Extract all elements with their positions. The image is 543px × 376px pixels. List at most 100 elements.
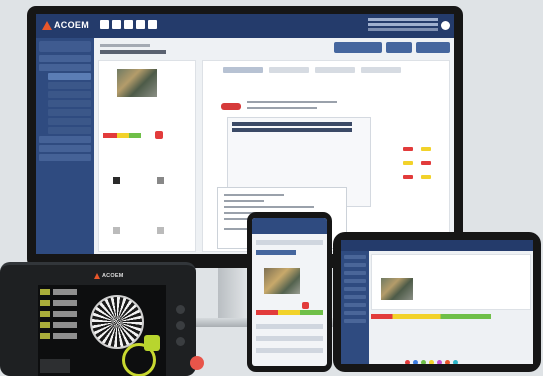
sidebar-item[interactable] <box>48 100 91 107</box>
handheld-analyzer: ACOEM <box>0 262 196 376</box>
grid-icon[interactable] <box>112 20 121 29</box>
grid-icon[interactable] <box>100 20 109 29</box>
sensor-icon <box>157 227 164 234</box>
phone-list-item[interactable] <box>256 348 323 353</box>
device-logo: ACOEM <box>94 273 123 279</box>
sidebar-item[interactable] <box>344 319 366 323</box>
power-button[interactable] <box>190 356 204 370</box>
severity-bar-green <box>129 133 141 138</box>
device-side-button[interactable] <box>176 321 185 330</box>
app-logo[interactable]: ACOEM <box>42 20 89 30</box>
tab-bar <box>223 67 401 73</box>
dock-app-icon[interactable] <box>421 360 426 364</box>
sidebar-item[interactable] <box>39 145 91 152</box>
grid-icon[interactable] <box>124 20 133 29</box>
measurement-row <box>40 322 84 329</box>
dock <box>405 360 458 364</box>
diagnosis-text <box>247 101 337 103</box>
comment-text <box>224 194 284 196</box>
measurement-row <box>40 289 84 296</box>
phone-list-item[interactable] <box>256 336 323 341</box>
toolbar-button[interactable] <box>416 42 450 53</box>
grid-cell-yellow <box>403 161 413 165</box>
sidebar-item[interactable] <box>39 154 91 161</box>
sidebar-item[interactable] <box>48 118 91 125</box>
grid-cell-yellow <box>421 175 431 179</box>
toolbar-button[interactable] <box>386 42 412 53</box>
user-info <box>368 18 438 21</box>
phone-action-button[interactable] <box>256 250 296 255</box>
sensor-icon <box>113 177 120 184</box>
sidebar-item[interactable] <box>48 127 91 134</box>
sidebar-item[interactable] <box>344 287 366 291</box>
tablet-sidebar <box>341 251 369 364</box>
dock-app-icon[interactable] <box>429 360 434 364</box>
device-logo-text: ACOEM <box>102 273 124 279</box>
phone-breadcrumb[interactable] <box>256 240 323 245</box>
grid-icon[interactable] <box>136 20 145 29</box>
sidebar-item-active[interactable] <box>48 73 91 80</box>
status-indicator <box>155 131 163 139</box>
sidebar-item[interactable] <box>344 295 366 299</box>
sidebar-item[interactable] <box>344 279 366 283</box>
sidebar-item[interactable] <box>39 136 91 143</box>
status-indicator <box>302 302 309 309</box>
logo-triangle-icon <box>42 20 52 30</box>
dock-app-icon[interactable] <box>405 360 410 364</box>
asset-panel <box>98 60 196 252</box>
machine-photo <box>117 69 157 97</box>
sidebar-item[interactable] <box>48 109 91 116</box>
sensor-icon <box>113 227 120 234</box>
grid-icon[interactable] <box>148 20 157 29</box>
logo-text: ACOEM <box>54 20 89 30</box>
tablet-header <box>341 240 533 251</box>
sidebar-item[interactable] <box>39 55 91 62</box>
machine-photo <box>381 278 413 300</box>
tablet-app-screen <box>341 240 533 364</box>
tab[interactable] <box>269 67 309 73</box>
page-title <box>100 50 166 54</box>
measurement-row <box>40 333 84 340</box>
device-side-button[interactable] <box>176 337 185 346</box>
severity-bar <box>256 310 323 315</box>
dock-app-icon[interactable] <box>445 360 450 364</box>
sidebar-item[interactable] <box>344 263 366 267</box>
toolbar-button[interactable] <box>334 42 382 53</box>
sidebar-item[interactable] <box>344 271 366 275</box>
tab[interactable] <box>223 67 263 73</box>
sidebar-search-input[interactable] <box>39 41 91 52</box>
user-icon[interactable] <box>441 21 450 30</box>
dock-app-icon[interactable] <box>437 360 442 364</box>
sidebar-item[interactable] <box>344 255 366 259</box>
sensor-icon <box>157 177 164 184</box>
measurement-row <box>40 300 84 307</box>
tablet-device <box>333 232 541 372</box>
grid-cell-red <box>403 147 413 151</box>
severity-bar-red <box>103 133 117 138</box>
sidebar-item[interactable] <box>39 64 91 71</box>
comment-text <box>224 206 314 208</box>
severity-bar-yellow <box>117 133 129 138</box>
breadcrumb[interactable] <box>100 44 150 47</box>
desktop-app-screen: ACOEM <box>36 14 454 254</box>
confirm-button[interactable] <box>144 335 160 351</box>
grid-cell-red <box>421 161 431 165</box>
sidebar-tree <box>36 38 94 254</box>
grid-cell-red <box>403 175 413 179</box>
dock-app-icon[interactable] <box>413 360 418 364</box>
grid-cell-yellow <box>421 147 431 151</box>
toolbar <box>334 42 450 53</box>
tab[interactable] <box>361 67 401 73</box>
card-title <box>232 122 352 126</box>
dock-app-icon[interactable] <box>453 360 458 364</box>
sidebar-item[interactable] <box>344 311 366 315</box>
app-header: ACOEM <box>36 14 454 38</box>
device-side-button[interactable] <box>176 305 185 314</box>
device-toolbar[interactable] <box>40 359 70 373</box>
sidebar-item[interactable] <box>48 91 91 98</box>
phone-list-item[interactable] <box>256 324 323 329</box>
sidebar-item[interactable] <box>48 82 91 89</box>
sidebar-item[interactable] <box>344 303 366 307</box>
diagnosis-text <box>247 107 317 109</box>
tab[interactable] <box>315 67 355 73</box>
